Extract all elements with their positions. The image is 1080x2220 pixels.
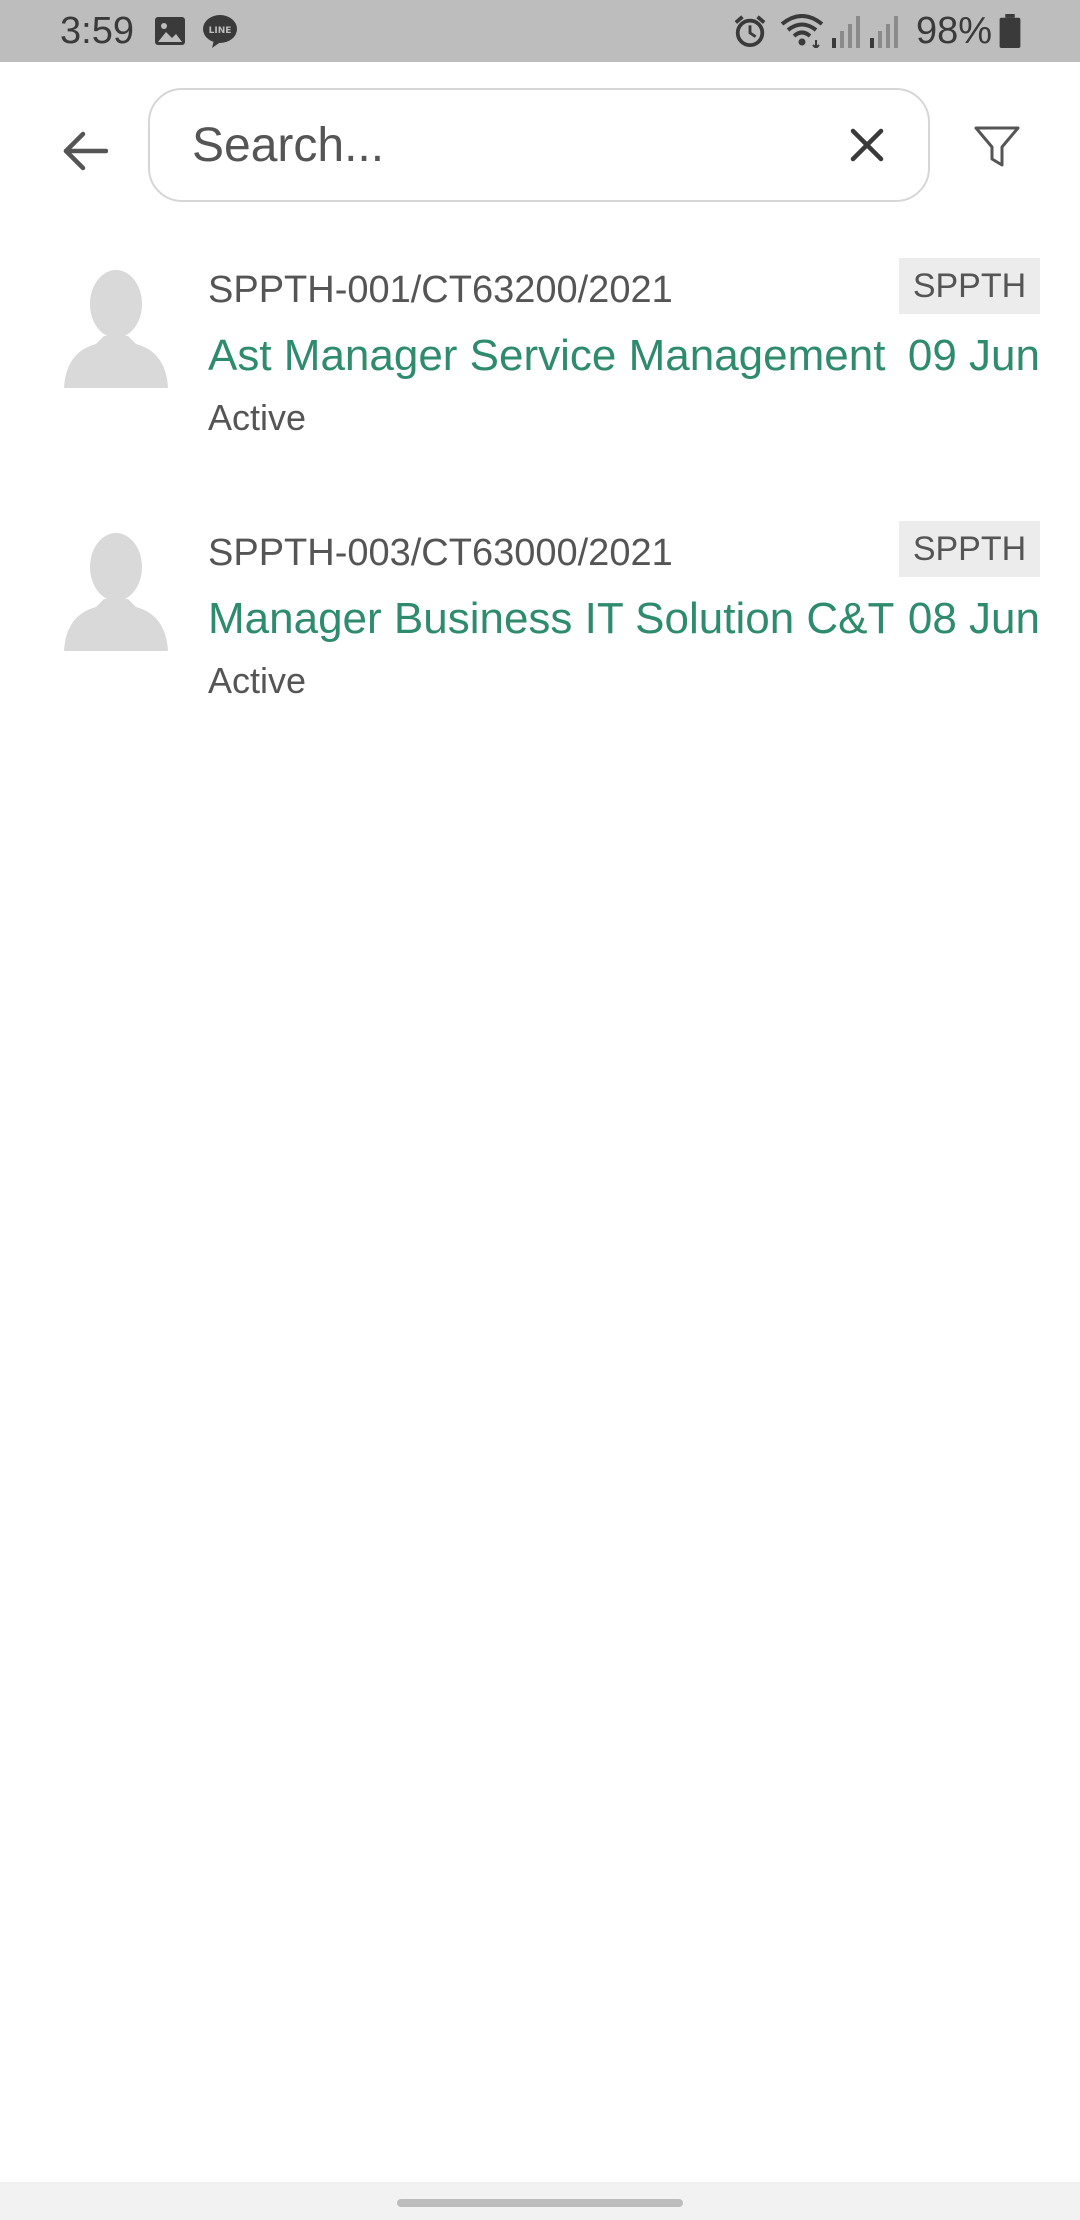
search-toolbar [0, 62, 1080, 232]
item-date: 09 Jun [907, 331, 1040, 380]
results-list: SPPTH-001/CT63200/2021 SPPTH Ast Manager… [0, 250, 1080, 776]
avatar-placeholder-icon [64, 270, 168, 388]
battery-icon [999, 14, 1021, 48]
alarm-icon [734, 15, 766, 48]
item-id: SPPTH-003/CT63000/2021 [208, 532, 673, 574]
list-item[interactable]: SPPTH-001/CT63200/2021 SPPTH Ast Manager… [0, 250, 1080, 513]
status-bar: 3:59 LINE 98% [0, 0, 1080, 62]
list-item[interactable]: SPPTH-003/CT63000/2021 SPPTH Manager Bus… [0, 513, 1080, 776]
item-title: Ast Manager Service Management [208, 331, 886, 380]
avatar-placeholder-icon [64, 533, 168, 651]
search-box [148, 88, 930, 202]
item-id: SPPTH-001/CT63200/2021 [208, 269, 673, 311]
item-title: Manager Business IT Solution C&T [208, 594, 895, 643]
signal-icon [832, 16, 860, 48]
signal-icon [870, 16, 898, 48]
filter-icon [974, 126, 1020, 167]
item-status: Active [208, 397, 307, 438]
svg-text:LINE: LINE [209, 26, 232, 36]
clear-search-button[interactable] [840, 118, 894, 172]
filter-button[interactable] [966, 116, 1028, 178]
navigation-bar [0, 2182, 1080, 2220]
company-badge: SPPTH [899, 521, 1040, 577]
search-input[interactable] [192, 90, 812, 200]
status-time: 3:59 [60, 10, 134, 52]
image-icon [155, 17, 185, 45]
item-status: Active [208, 660, 307, 701]
back-button[interactable] [50, 116, 120, 186]
wifi-icon [780, 14, 824, 48]
item-date: 08 Jun [907, 594, 1040, 643]
battery-percent: 98% [916, 10, 993, 52]
arrow-left-icon [63, 131, 108, 171]
home-indicator[interactable] [397, 2199, 683, 2207]
line-chat-icon: LINE [203, 15, 237, 48]
close-icon [850, 128, 884, 162]
company-badge: SPPTH [899, 258, 1040, 314]
